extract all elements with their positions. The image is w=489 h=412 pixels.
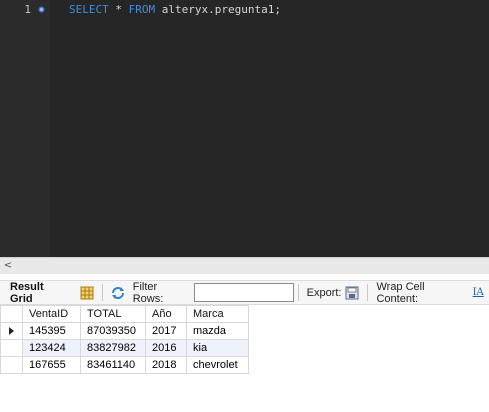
keyword-select: SELECT bbox=[69, 3, 109, 16]
row-header-corner bbox=[0, 305, 23, 323]
column-header-marca[interactable]: Marca bbox=[186, 305, 249, 323]
line-number: 1 bbox=[24, 3, 31, 16]
refresh-icon[interactable] bbox=[110, 285, 126, 301]
filter-rows-input[interactable] bbox=[193, 283, 294, 302]
filter-rows-label: Filter Rows: bbox=[132, 280, 164, 305]
header-row: VentaID TOTAL Año Marca bbox=[0, 305, 249, 323]
row-selector[interactable] bbox=[0, 339, 23, 357]
toolbar-separator bbox=[367, 284, 369, 301]
table-cell[interactable]: 87039350 bbox=[80, 322, 146, 340]
table-cell[interactable]: 2016 bbox=[145, 339, 187, 357]
table-row[interactable]: 123424 83827982 2016 kia bbox=[0, 339, 249, 357]
table-cell[interactable]: 167655 bbox=[22, 356, 81, 374]
row-selector[interactable] bbox=[0, 322, 23, 340]
current-row-arrow-icon bbox=[9, 327, 14, 336]
table-cell[interactable]: 145395 bbox=[22, 322, 81, 340]
code-table-ref: alteryx.pregunta1; bbox=[155, 3, 281, 16]
export-label: Export: bbox=[306, 286, 342, 299]
grid-view-icon[interactable] bbox=[79, 285, 95, 301]
column-header-total[interactable]: TOTAL bbox=[80, 305, 146, 323]
toolbar-separator bbox=[297, 284, 299, 301]
result-grid: VentaID TOTAL Año Marca 145395 87039350 … bbox=[0, 305, 249, 374]
code-line-1[interactable]: SELECT * FROM alteryx.pregunta1; bbox=[69, 3, 281, 16]
code-area[interactable]: SELECT * FROM alteryx.pregunta1; bbox=[50, 0, 489, 257]
column-header-ano[interactable]: Año bbox=[145, 305, 187, 323]
table-cell[interactable]: 123424 bbox=[22, 339, 81, 357]
statement-marker-icon[interactable] bbox=[38, 6, 45, 13]
export-icon[interactable] bbox=[344, 285, 360, 301]
table-cell[interactable]: mazda bbox=[186, 322, 249, 340]
column-header-ventaid[interactable]: VentaID bbox=[22, 305, 81, 323]
wrap-cell-content-label: Wrap Cell Content: bbox=[376, 280, 425, 305]
toolbar-separator bbox=[101, 284, 103, 301]
horizontal-scrollbar[interactable]: < bbox=[0, 257, 489, 274]
table-row[interactable]: 167655 83461140 2018 chevrolet bbox=[0, 356, 249, 374]
row-selector[interactable] bbox=[0, 356, 23, 374]
result-toolbar: Result Grid Filter Rows: Export: Wrap Ce… bbox=[0, 280, 489, 305]
table-cell[interactable]: 2017 bbox=[145, 322, 187, 340]
table-row[interactable]: 145395 87039350 2017 mazda bbox=[0, 322, 249, 340]
code-star: * bbox=[108, 3, 129, 16]
table-cell[interactable]: 2018 bbox=[145, 356, 187, 374]
table-cell[interactable]: kia bbox=[186, 339, 249, 357]
result-table: VentaID TOTAL Año Marca 145395 87039350 … bbox=[0, 305, 249, 374]
table-cell[interactable]: chevrolet bbox=[186, 356, 249, 374]
keyword-from: FROM bbox=[128, 3, 156, 16]
wrap-cell-icon[interactable]: IA bbox=[470, 285, 486, 301]
editor-gutter: 1 bbox=[0, 0, 50, 257]
scroll-left-arrow-icon[interactable]: < bbox=[1, 259, 15, 273]
table-cell[interactable]: 83461140 bbox=[80, 356, 146, 374]
sql-editor[interactable]: 1 SELECT * FROM alteryx.pregunta1; bbox=[0, 0, 489, 257]
result-grid-tab[interactable]: Result Grid bbox=[0, 281, 76, 305]
table-cell[interactable]: 83827982 bbox=[80, 339, 146, 357]
